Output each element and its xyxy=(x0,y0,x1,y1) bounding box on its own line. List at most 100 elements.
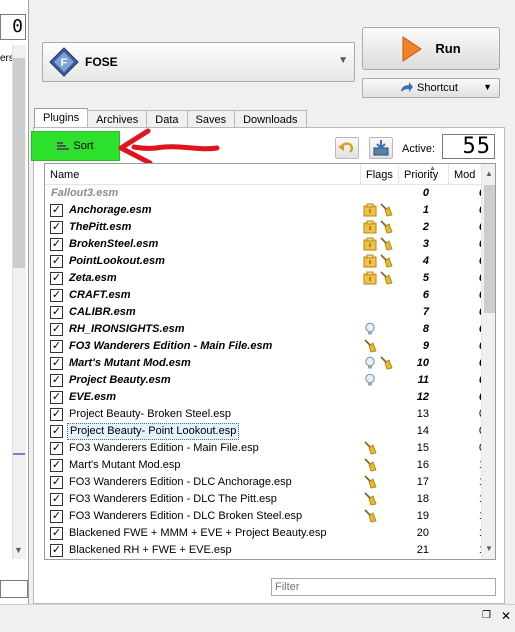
plugin-flags xyxy=(363,458,379,473)
plugin-name: FO3 Wanderers Edition - DLC The Pitt.esp xyxy=(69,493,277,505)
plugin-checkbox[interactable]: ✓ xyxy=(50,204,63,217)
plugin-checkbox[interactable]: ✓ xyxy=(50,425,63,438)
broom-icon xyxy=(364,441,377,455)
plugin-priority: 11 xyxy=(417,374,429,386)
left-scrollbar-marker xyxy=(13,453,25,455)
plugin-flags xyxy=(363,254,395,269)
plugin-flags xyxy=(363,237,395,252)
plugin-checkbox[interactable]: ✓ xyxy=(50,476,63,489)
plugin-row[interactable]: ✓ FO3 Wanderers Edition - Main File.esp 15… xyxy=(45,440,483,457)
dock-float-icon[interactable]: ❐ xyxy=(482,610,491,621)
plugin-name: ThePitt.esm xyxy=(69,221,132,233)
scroll-down-icon[interactable]: ▼ xyxy=(485,544,493,553)
plugin-row[interactable]: ✓Project Beauty.esm110 xyxy=(45,372,483,389)
shortcut-button-label: Shortcut xyxy=(417,82,458,94)
plugin-row[interactable]: ✓Project Beauty- Point Lookout.esp140 xyxy=(45,423,483,440)
plugin-row[interactable]: ✓RH_IRONSIGHTS.esm80 xyxy=(45,321,483,338)
plugin-priority: 7 xyxy=(422,306,429,318)
plugin-row[interactable]: Fallout3.esm00 xyxy=(45,185,483,202)
plugin-row[interactable]: ✓ Blackened FWE + MMM + EVE + Project Bea… xyxy=(45,525,483,542)
plugin-checkbox[interactable]: ✓ xyxy=(50,391,63,404)
plugin-row[interactable]: ✓Anchorage.esm10 xyxy=(45,202,483,219)
plugin-priority: 8 xyxy=(422,323,429,335)
plugin-checkbox[interactable]: ✓ xyxy=(50,527,63,540)
plugin-row[interactable]: ✓CALIBR.esm70 xyxy=(45,304,483,321)
executable-select[interactable]: F FOSE ▼ xyxy=(42,42,355,82)
annotation-arrow xyxy=(118,128,220,166)
plugin-row[interactable]: ✓Project Beauty- Broken Steel.esp130 xyxy=(45,406,483,423)
plugin-priority: 19 xyxy=(416,510,429,522)
save-backup-icon xyxy=(373,140,389,156)
column-header-name[interactable]: Name xyxy=(45,164,361,185)
column-header-flags[interactable]: Flags xyxy=(361,164,399,185)
left-scrollbar-thumb[interactable] xyxy=(13,58,25,268)
sort-button-label: Sort xyxy=(73,140,94,152)
plugin-checkbox[interactable]: ✓ xyxy=(50,544,63,557)
plugin-checkbox[interactable]: ✓ xyxy=(50,340,63,353)
active-label: Active: xyxy=(402,143,436,155)
plugin-row[interactable]: ✓ FO3 Wanderers Edition - DLC The Pitt.es… xyxy=(45,491,483,508)
tab-plugins[interactable]: Plugins xyxy=(34,108,89,129)
plugin-list-scrollbar[interactable]: ▲ ▼ xyxy=(481,164,495,559)
plugin-row[interactable]: ✓BrokenSteel.esm30 xyxy=(45,236,483,253)
plugin-checkbox[interactable]: ✓ xyxy=(50,272,63,285)
plugin-row[interactable]: ✓PointLookout.esm40 xyxy=(45,253,483,270)
executable-label: FOSE xyxy=(85,55,118,69)
plugin-row[interactable]: ✓ FO3 Wanderers Edition - DLC Anchorage.e… xyxy=(45,474,483,491)
chevron-down-icon: ▼ xyxy=(338,55,348,66)
plugin-priority: 15 xyxy=(416,442,429,454)
plugin-name: BrokenSteel.esm xyxy=(69,238,159,250)
sort-button[interactable]: Sort xyxy=(31,131,120,161)
left-filter-input[interactable] xyxy=(0,580,28,598)
plugin-row[interactable]: ✓CRAFT.esm60 xyxy=(45,287,483,304)
plugin-flags xyxy=(363,203,395,218)
plugin-row[interactable]: ✓Blackened RH + FWE + EVE.esp211 xyxy=(45,542,483,559)
dropdown-arrow-icon[interactable]: ▼ xyxy=(483,82,492,92)
plugin-row[interactable]: ✓ FO3 Wanderers Edition - DLC Broken Stee… xyxy=(45,508,483,525)
plugin-checkbox[interactable]: ✓ xyxy=(50,374,63,387)
archive-icon xyxy=(363,237,377,251)
broom-icon xyxy=(364,339,377,353)
plugin-checkbox[interactable]: ✓ xyxy=(50,408,63,421)
plugin-list[interactable]: Name Flags ▲ Priority Mod Fallout3.esm00… xyxy=(44,163,496,560)
plugin-row[interactable]: ✓Zeta.esm50 xyxy=(45,270,483,287)
plugin-checkbox[interactable]: ✓ xyxy=(50,442,63,455)
restore-backup-button[interactable] xyxy=(335,137,359,159)
plugin-row[interactable]: ✓Mart's Mutant Mod.esp161 xyxy=(45,457,483,474)
create-backup-button[interactable] xyxy=(369,137,393,159)
plugin-name: Anchorage.esm xyxy=(69,204,152,216)
play-icon xyxy=(402,35,423,62)
plugin-checkbox[interactable]: ✓ xyxy=(50,459,63,472)
scroll-down-icon[interactable]: ▼ xyxy=(14,545,23,555)
plugin-flags xyxy=(363,271,395,286)
plugin-name: Mart's Mutant Mod.esp xyxy=(69,459,181,471)
plugin-list-scrollbar-thumb[interactable] xyxy=(484,185,495,313)
plugin-checkbox[interactable]: ✓ xyxy=(50,255,63,268)
column-header-mod-index[interactable]: Mod xyxy=(449,164,481,185)
plugin-checkbox[interactable]: ✓ xyxy=(50,357,63,370)
plugin-checkbox[interactable]: ✓ xyxy=(50,306,63,319)
fose-icon: F xyxy=(49,47,79,77)
column-header-priority[interactable]: ▲ Priority xyxy=(399,164,449,185)
plugin-row[interactable]: ✓EVE.esm120 xyxy=(45,389,483,406)
plugin-row[interactable]: ✓FO3 Wanderers Edition - Main File.esm90 xyxy=(45,338,483,355)
plugin-checkbox[interactable]: ✓ xyxy=(50,323,63,336)
close-icon[interactable]: ✕ xyxy=(501,609,511,623)
plugin-checkbox[interactable]: ✓ xyxy=(50,510,63,523)
sort-icon xyxy=(57,142,70,150)
plugin-priority: 17 xyxy=(416,476,429,488)
plugin-checkbox[interactable]: ✓ xyxy=(50,493,63,506)
plugin-row[interactable]: ✓ThePitt.esm20 xyxy=(45,219,483,236)
plugin-checkbox[interactable]: ✓ xyxy=(50,221,63,234)
shortcut-button[interactable]: Shortcut ▼ xyxy=(362,78,500,98)
broom-icon xyxy=(364,475,377,489)
plugin-checkbox[interactable]: ✓ xyxy=(50,238,63,251)
plugin-priority: 1 xyxy=(422,204,429,216)
list-header: Name Flags ▲ Priority Mod xyxy=(45,164,481,185)
plugin-flags xyxy=(363,509,379,524)
filter-input[interactable] xyxy=(271,578,496,596)
run-button[interactable]: Run xyxy=(362,27,500,70)
plugin-row[interactable]: ✓Mart's Mutant Mod.esm100 xyxy=(45,355,483,372)
plugin-checkbox[interactable]: ✓ xyxy=(50,289,63,302)
scroll-up-icon[interactable]: ▲ xyxy=(485,169,493,178)
